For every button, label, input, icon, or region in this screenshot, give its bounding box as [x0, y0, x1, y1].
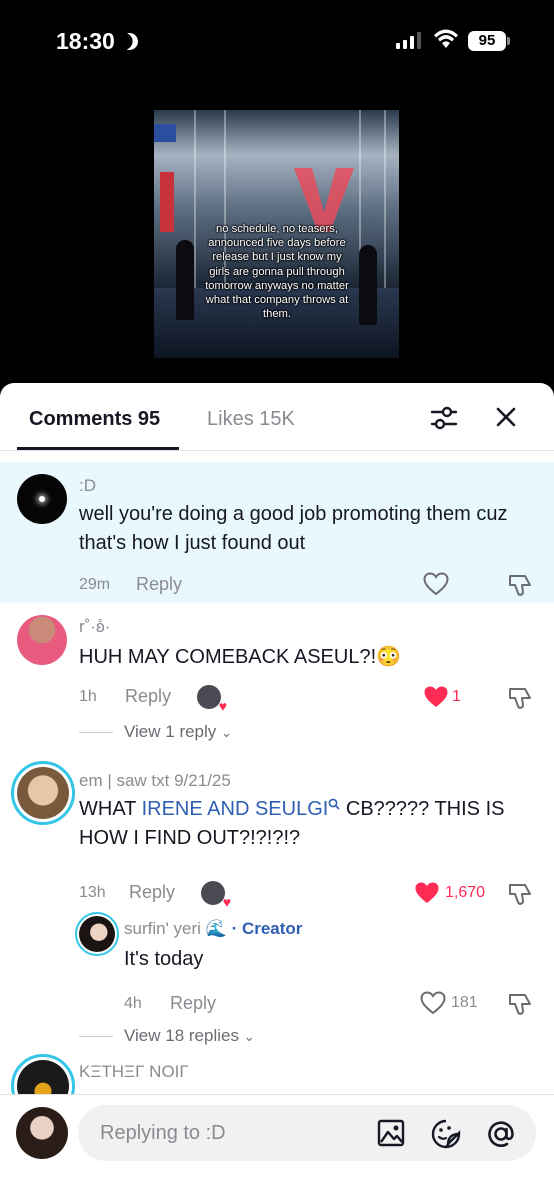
reply-text: It's today: [124, 948, 204, 970]
comment-text-part: WHAT: [79, 798, 142, 820]
close-icon[interactable]: [494, 405, 518, 429]
dancer-figure: [176, 240, 194, 320]
clock: 18:30: [56, 28, 138, 55]
comment-item: :D well you're doing a good job promotin…: [0, 462, 554, 603]
reply-username[interactable]: surfin' yeri 🌊: [124, 919, 227, 938]
comment-item: r˚·ʚ̊· HUH MAY COMEBACK ASEUL?!😳 1h Repl…: [0, 603, 554, 753]
comments-sheet: Comments 95 Likes 15K :D well you're doi…: [0, 383, 554, 1200]
clock-time: 18:30: [56, 28, 115, 54]
comment-text-part: CB????? THIS IS: [340, 798, 505, 820]
comment-time: 1h: [79, 688, 97, 705]
divider: [79, 1036, 113, 1037]
reply-button[interactable]: Reply: [129, 882, 175, 903]
tab-comments[interactable]: Comments 95: [29, 408, 160, 431]
heart-filled-icon[interactable]: [414, 881, 440, 905]
sticker-icon[interactable]: [430, 1118, 462, 1150]
search-link[interactable]: IRENE AND SEULGI: [142, 798, 329, 820]
dislike-icon[interactable]: [507, 881, 533, 907]
avatar[interactable]: [11, 761, 75, 825]
like-count: 181: [451, 994, 478, 1011]
view-replies-label: View 18 replies: [124, 1026, 239, 1045]
comment-text-part: HOW I FIND OUT?!?!?!?: [79, 827, 301, 849]
comment-text: WHAT IRENE AND SEULGI CB????? THIS IS HO…: [79, 795, 539, 853]
battery-indicator: 95: [468, 31, 510, 51]
avatar[interactable]: [75, 912, 119, 956]
dislike-icon[interactable]: [507, 572, 533, 598]
heart-filled-icon[interactable]: [423, 685, 449, 709]
like-count: 1,670: [445, 884, 486, 901]
active-tab-indicator: [17, 447, 179, 450]
sheet-tabs: Comments 95 Likes 15K: [0, 383, 554, 451]
view-replies-button[interactable]: View 1 reply ⌄: [124, 722, 232, 742]
reply-username-row: surfin' yeri 🌊 · Creator: [124, 919, 302, 939]
comment-input[interactable]: [100, 1105, 360, 1161]
video-thumbnail[interactable]: no schedule, no teasers, announced five …: [154, 110, 399, 358]
stage-banner: [160, 172, 174, 232]
wifi-icon: [434, 29, 458, 48]
dancer-figure: [359, 245, 377, 325]
creator-liked-avatar: [197, 685, 227, 714]
dislike-icon[interactable]: [507, 991, 533, 1017]
current-user-avatar: [16, 1107, 68, 1159]
comment-time: 13h: [79, 884, 106, 901]
status-bar: 18:30 95: [0, 0, 554, 84]
mention-icon[interactable]: [485, 1118, 517, 1150]
avatar[interactable]: [17, 474, 67, 524]
chevron-down-icon: ⌄: [221, 725, 232, 740]
reply-button[interactable]: Reply: [136, 574, 182, 595]
dislike-icon[interactable]: [507, 685, 533, 711]
comment-item: em | saw txt 9/21/25 WHAT IRENE AND SEUL…: [0, 753, 554, 1048]
reply-time: 4h: [124, 995, 142, 1012]
tab-likes[interactable]: Likes 15K: [207, 408, 295, 431]
moon-icon: [118, 31, 140, 53]
avatar[interactable]: [17, 615, 67, 665]
comment-input-wrapper[interactable]: [78, 1105, 536, 1161]
view-replies-button[interactable]: View 18 replies ⌄: [124, 1026, 255, 1046]
video-caption: no schedule, no teasers, announced five …: [205, 223, 349, 321]
image-icon[interactable]: [376, 1118, 406, 1148]
comment-username[interactable]: :D: [79, 476, 96, 496]
view-replies-label: View 1 reply: [124, 722, 217, 741]
like-count: 1: [452, 688, 461, 705]
comment-username[interactable]: em | saw txt 9/21/25: [79, 771, 231, 791]
reply-button[interactable]: Reply: [170, 993, 216, 1014]
heart-icon[interactable]: [423, 572, 449, 596]
comment-text: HUH MAY COMEBACK ASEUL?!😳: [79, 646, 402, 668]
search-icon[interactable]: [328, 798, 340, 810]
comment-text: well you're doing a good job promoting t…: [79, 503, 508, 554]
filter-icon[interactable]: [430, 405, 458, 431]
heart-icon[interactable]: [420, 991, 446, 1015]
creator-liked-avatar: [201, 881, 231, 910]
broadcast-tag: [154, 124, 176, 142]
comment-username[interactable]: ΚΞΤΗΞΓ ΝΟΙΓ: [79, 1062, 189, 1082]
creator-badge: · Creator: [231, 919, 303, 938]
reply-button[interactable]: Reply: [125, 686, 171, 707]
comment-time: 29m: [79, 576, 111, 593]
chevron-down-icon: ⌄: [243, 1029, 255, 1044]
comment-input-bar: [0, 1094, 554, 1200]
signal-icon: [396, 32, 421, 49]
comment-username[interactable]: r˚·ʚ̊·: [79, 617, 110, 637]
divider: [79, 732, 113, 733]
